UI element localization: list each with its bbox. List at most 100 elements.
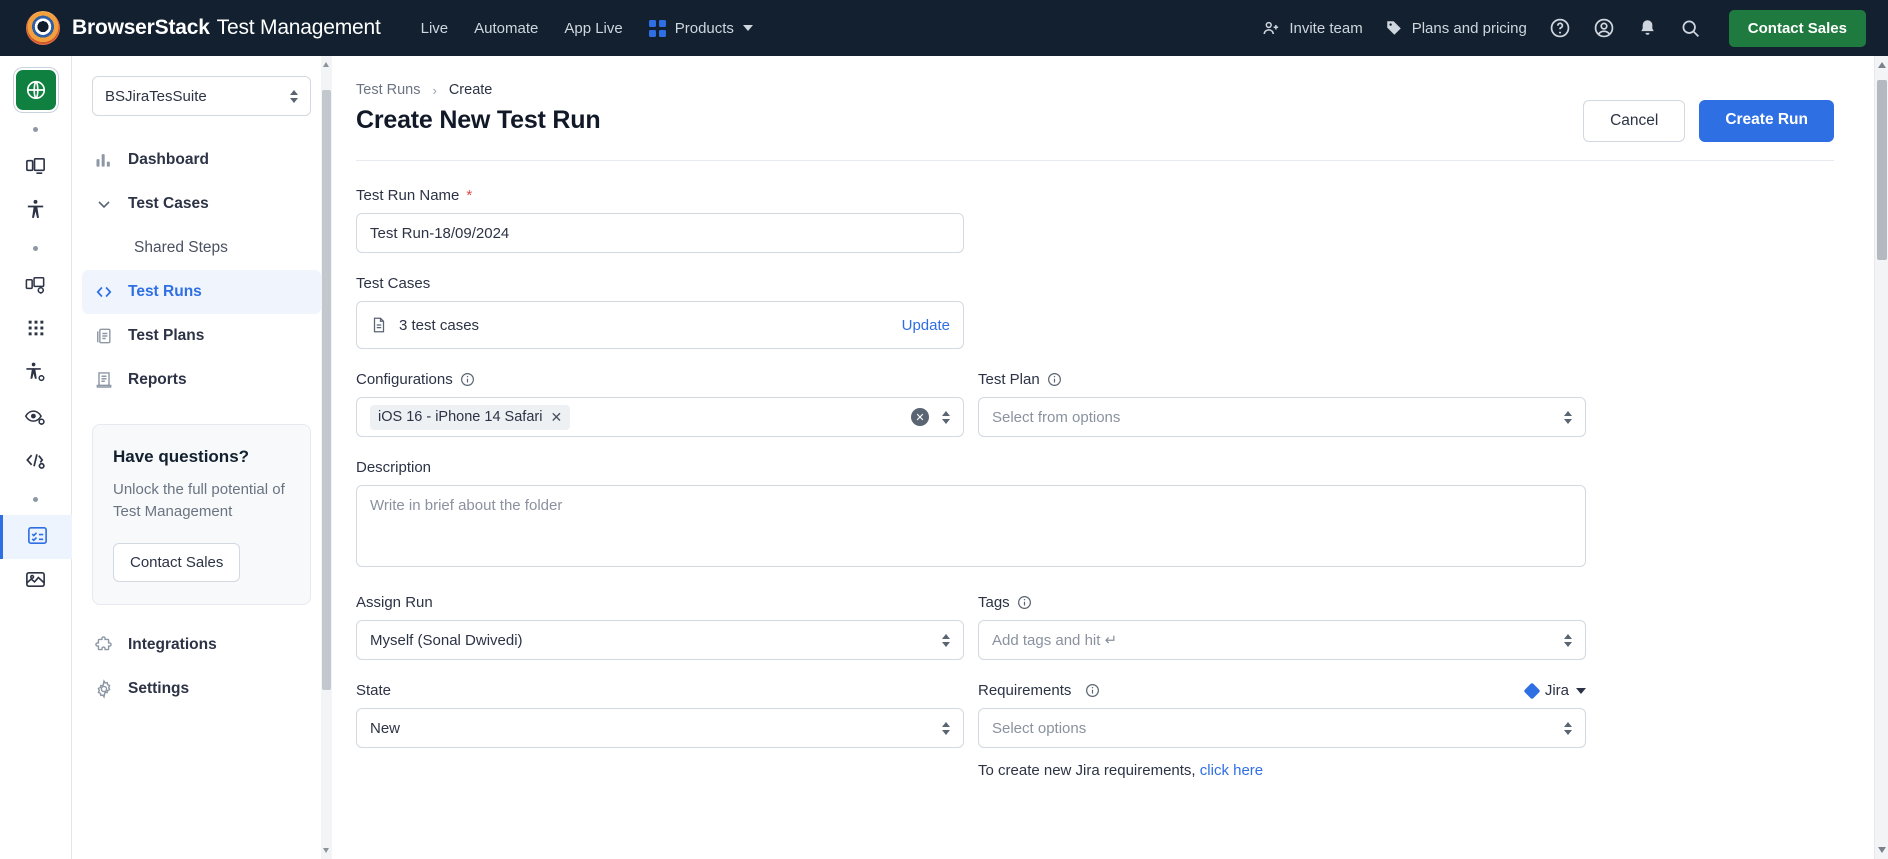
rail-item-visual-testing[interactable] <box>16 396 56 436</box>
contact-sales-button[interactable]: Contact Sales <box>1728 9 1866 47</box>
sidebar-item-dashboard-label: Dashboard <box>128 151 209 168</box>
page-title: Create New Test Run <box>356 106 601 134</box>
topnav-automate[interactable]: Automate <box>474 20 538 37</box>
project-selector[interactable]: BSJiraTesSuite <box>92 76 311 116</box>
account-circle-icon[interactable] <box>1593 17 1615 39</box>
configuration-chip[interactable]: iOS 16 - iPhone 14 Safari ✕ <box>370 404 571 430</box>
stepper-icon[interactable] <box>1564 410 1572 424</box>
rail-item-test-management-button[interactable] <box>17 515 57 555</box>
info-icon[interactable] <box>460 372 475 387</box>
brand-title: BrowserStack Test Management <box>72 16 381 40</box>
configurations-select[interactable]: iOS 16 - iPhone 14 Safari ✕ ✕ <box>356 397 964 437</box>
info-icon[interactable] <box>1017 595 1032 610</box>
configurations-controls: ✕ <box>911 408 950 426</box>
topnav-app-live[interactable]: App Live <box>564 20 622 37</box>
help-circle-icon[interactable] <box>1549 17 1571 39</box>
promo-body: Unlock the full potential of Test Manage… <box>113 481 285 520</box>
scroll-up-arrow-icon[interactable] <box>1878 62 1886 68</box>
two-column-row-1: Configurations iOS 16 - iPhone 14 Safari… <box>356 371 1834 459</box>
sidebar-item-test-cases[interactable]: Test Cases <box>82 182 321 226</box>
sidebar-item-reports[interactable]: Reports <box>82 358 321 402</box>
rail-item-responsive[interactable] <box>16 145 56 185</box>
info-icon[interactable] <box>1047 372 1062 387</box>
rail-item-live[interactable] <box>15 70 56 110</box>
responsive-settings-icon <box>25 276 45 294</box>
invite-team-label: Invite team <box>1289 19 1363 37</box>
sidebar-item-test-cases-label: Test Cases <box>128 195 209 212</box>
cancel-button[interactable]: Cancel <box>1583 100 1686 142</box>
report-icon <box>96 372 112 388</box>
stepper-icon[interactable] <box>1564 633 1572 647</box>
code-brackets-icon <box>96 286 112 298</box>
field-test-run-name: Test Run Name * Test Run-18/09/2024 <box>356 187 964 253</box>
test-cases-box[interactable]: 3 test cases Update <box>356 301 964 349</box>
bell-icon[interactable] <box>1637 18 1658 39</box>
rail-item-accessibility-settings[interactable] <box>16 352 56 392</box>
tags-input[interactable]: Add tags and hit ↵ <box>978 620 1586 660</box>
breadcrumb-test-runs[interactable]: Test Runs <box>356 82 420 98</box>
field-description: Description <box>356 459 1586 572</box>
main-scrollbar[interactable] <box>1874 56 1888 859</box>
test-plan-select[interactable]: Select from options <box>978 397 1586 437</box>
create-jira-requirement-link[interactable]: click here <box>1200 762 1263 779</box>
sidebar-item-shared-steps[interactable]: Shared Steps <box>82 226 321 270</box>
code-settings-icon <box>26 453 45 469</box>
requirements-placeholder: Select options <box>992 719 1087 737</box>
stepper-icon[interactable] <box>942 633 950 647</box>
stepper-icon[interactable] <box>942 721 950 735</box>
test-run-name-label-text: Test Run Name <box>356 187 460 204</box>
scroll-up-arrow-icon[interactable] <box>323 62 329 67</box>
screenshots-icon <box>26 571 45 587</box>
clear-selection-icon[interactable]: ✕ <box>911 408 929 426</box>
sidebar-item-integrations[interactable]: Integrations <box>82 623 321 667</box>
sidebar-scrollbar[interactable] <box>321 56 332 859</box>
scroll-down-arrow-icon[interactable] <box>1878 847 1886 853</box>
topnav-live[interactable]: Live <box>421 20 449 37</box>
rail-item-code-settings[interactable] <box>16 440 56 480</box>
plans-and-pricing-label: Plans and pricing <box>1411 19 1527 37</box>
required-marker: * <box>466 187 473 204</box>
promo-contact-sales-button[interactable]: Contact Sales <box>113 542 241 582</box>
stepper-icon <box>290 89 298 103</box>
configuration-chip-label: iOS 16 - iPhone 14 Safari <box>378 409 543 425</box>
rail-item-screenshots[interactable] <box>16 559 56 599</box>
invite-team-button[interactable]: Invite team <box>1262 19 1363 37</box>
test-run-name-input[interactable]: Test Run-18/09/2024 <box>356 213 964 253</box>
assign-run-select[interactable]: Myself (Sonal Dwivedi) <box>356 620 964 660</box>
gear-icon <box>97 678 111 699</box>
products-menu[interactable]: Products <box>648 19 753 37</box>
requirements-select[interactable]: Select options <box>978 708 1586 748</box>
description-textarea[interactable] <box>356 485 1586 567</box>
responsive-icon <box>26 157 45 174</box>
sidebar-nav-list: Dashboard Test Cases Shared Steps Test R… <box>72 138 331 402</box>
sidebar-item-dashboard[interactable]: Dashboard <box>82 138 321 182</box>
update-test-cases-link[interactable]: Update <box>902 317 950 334</box>
sidebar-scrollbar-thumb[interactable] <box>322 90 331 690</box>
requirements-note: To create new Jira requirements, click h… <box>978 762 1586 779</box>
sidebar-item-test-plans[interactable]: Test Plans <box>82 314 321 358</box>
rail-item-responsive-settings[interactable] <box>16 264 56 304</box>
stepper-icon[interactable] <box>942 410 950 424</box>
sidebar-item-settings[interactable]: Settings <box>82 667 321 711</box>
requirements-controls <box>1564 721 1572 735</box>
rail-item-apps-grid[interactable] <box>16 308 56 348</box>
promo-title: Have questions? <box>113 447 250 466</box>
rail-item-accessibility[interactable] <box>16 189 56 229</box>
state-select[interactable]: New <box>356 708 964 748</box>
info-icon[interactable] <box>1085 683 1100 698</box>
jira-label: Jira <box>1544 682 1569 699</box>
top-right-actions: Invite team Plans and pricing Contact Sa… <box>1262 9 1866 47</box>
stepper-icon[interactable] <box>1564 721 1572 735</box>
brand-name: BrowserStack <box>72 16 210 39</box>
main-scrollbar-thumb[interactable] <box>1877 80 1887 260</box>
search-icon[interactable] <box>1680 18 1701 39</box>
configuration-chip-remove-icon[interactable]: ✕ <box>550 409 562 426</box>
plans-and-pricing-button[interactable]: Plans and pricing <box>1385 19 1527 37</box>
jira-provider-selector[interactable]: Jira <box>1523 682 1586 699</box>
rail-item-test-management[interactable] <box>0 515 72 559</box>
scroll-down-arrow-icon[interactable] <box>323 848 329 853</box>
create-run-button[interactable]: Create Run <box>1699 100 1834 142</box>
sidebar-item-test-runs[interactable]: Test Runs <box>82 270 321 314</box>
configurations-label-text: Configurations <box>356 371 453 388</box>
create-test-run-form: Test Run Name * Test Run-18/09/2024 Test … <box>332 161 1874 801</box>
